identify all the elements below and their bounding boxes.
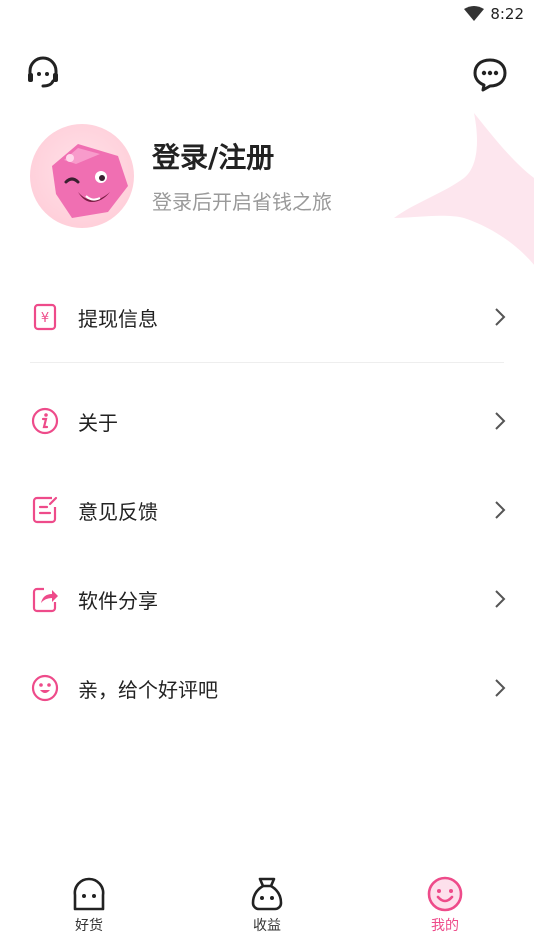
- svg-text:¥: ¥: [41, 311, 49, 326]
- chevron-right-icon: [495, 590, 506, 608]
- whale-tail-decoration: [394, 113, 534, 265]
- menu-item-withdraw-info[interactable]: ¥ 提现信息: [0, 287, 534, 347]
- smile-icon: [31, 674, 59, 702]
- chevron-right-icon: [495, 679, 506, 697]
- menu-label: 亲，给个好评吧: [78, 678, 218, 702]
- money-bag-icon: [251, 877, 283, 911]
- headset-icon[interactable]: [25, 56, 61, 92]
- tab-label: 收益: [253, 918, 281, 934]
- tab-goods[interactable]: 好货: [29, 869, 149, 949]
- yuan-card-icon: ¥: [33, 303, 57, 331]
- menu-item-share[interactable]: 软件分享: [0, 569, 534, 629]
- menu-label: 软件分享: [78, 589, 158, 613]
- menu-item-rate-app[interactable]: 亲，给个好评吧: [0, 658, 534, 718]
- ghost-icon: [73, 877, 105, 911]
- menu-label: 提现信息: [78, 307, 158, 331]
- menu-divider: [30, 362, 504, 363]
- info-icon: [31, 407, 59, 435]
- share-icon: [32, 587, 58, 613]
- smiley-face-icon: [427, 876, 463, 912]
- tab-mine[interactable]: 我的: [385, 869, 505, 949]
- bottom-tab-bar: 好货 收益 我的: [0, 869, 534, 949]
- chevron-right-icon: [495, 501, 506, 519]
- login-subtitle: 登录后开启省钱之旅: [152, 190, 332, 214]
- status-bar: 8:22: [0, 0, 534, 28]
- chat-bubble-icon[interactable]: [472, 56, 508, 92]
- menu-item-feedback[interactable]: 意见反馈: [0, 480, 534, 540]
- chevron-right-icon: [495, 412, 506, 430]
- status-time: 8:22: [490, 5, 524, 23]
- wifi-icon: [464, 6, 484, 21]
- tab-label: 好货: [75, 918, 103, 934]
- chevron-right-icon: [495, 308, 506, 326]
- login-register-title[interactable]: 登录/注册: [152, 136, 274, 176]
- avatar[interactable]: [30, 124, 134, 228]
- tab-earnings[interactable]: 收益: [207, 869, 327, 949]
- menu-label: 意见反馈: [78, 500, 158, 524]
- menu-item-about[interactable]: 关于: [0, 391, 534, 451]
- tab-label: 我的: [431, 918, 459, 934]
- mascot-icon: [52, 144, 128, 218]
- feedback-icon: [32, 496, 58, 524]
- menu-label: 关于: [78, 411, 118, 435]
